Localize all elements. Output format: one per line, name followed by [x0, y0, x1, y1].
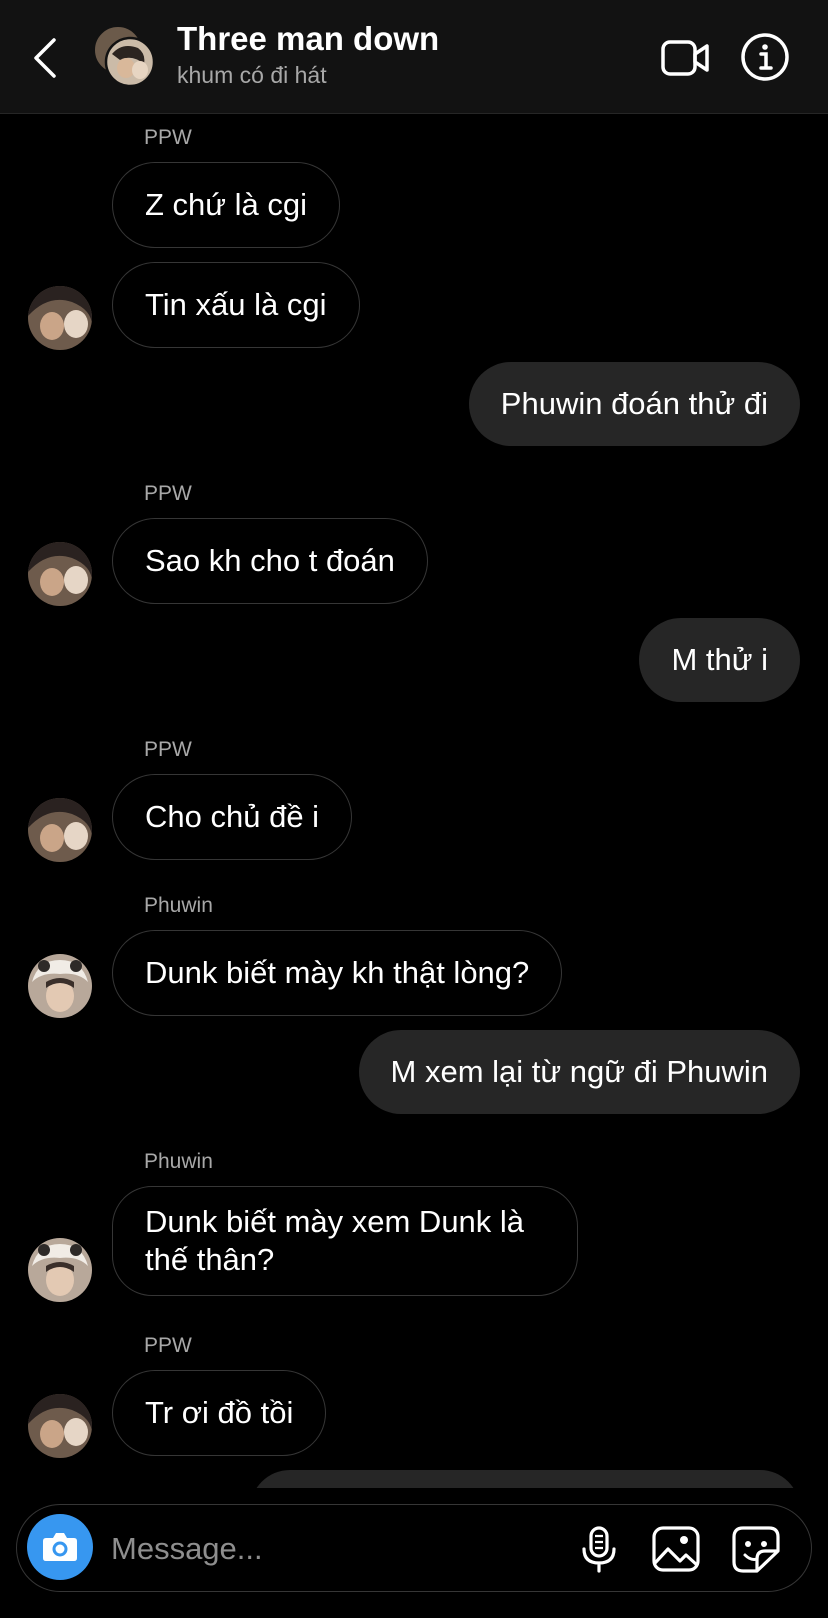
message-list[interactable]: PPW Z chứ là cgi Tin xấu là cgi Phuwin đ…	[0, 114, 828, 1488]
sender-name: Phuwin	[144, 1150, 213, 1173]
conversation-subtitle: khum có đi hát	[177, 62, 327, 88]
back-chevron-icon[interactable]	[30, 36, 60, 80]
sender-name: PPW	[144, 738, 192, 761]
sender-name: PPW	[144, 482, 192, 505]
outgoing-message[interactable]: Phuwin đoán thử đi	[468, 362, 800, 446]
microphone-icon[interactable]	[577, 1525, 621, 1573]
camera-icon	[43, 1533, 77, 1561]
incoming-message[interactable]: Z chứ là cgi	[112, 162, 341, 248]
avatar[interactable]	[28, 1394, 92, 1458]
avatar[interactable]	[28, 1238, 92, 1302]
gallery-icon[interactable]	[651, 1525, 701, 1573]
message-input[interactable]	[109, 1523, 553, 1575]
video-call-icon[interactable]	[660, 36, 710, 80]
incoming-message[interactable]: Dunk biết mày xem Dunk là thế thân?	[112, 1186, 578, 1296]
incoming-message[interactable]: Dunk biết mày kh thật lòng?	[112, 930, 563, 1016]
camera-button[interactable]	[27, 1514, 93, 1580]
sender-name: Phuwin	[144, 894, 213, 917]
incoming-message[interactable]: Tin xấu là cgi	[112, 262, 360, 348]
sender-name: PPW	[144, 1334, 192, 1357]
sticker-icon[interactable]	[731, 1525, 781, 1573]
incoming-message[interactable]: Cho chủ đề i	[112, 774, 353, 860]
message-composer	[16, 1504, 812, 1592]
conversation-title[interactable]: Three man down	[177, 20, 439, 58]
chat-header: Three man down khum có đi hát	[0, 0, 828, 114]
sender-name: PPW	[144, 126, 192, 149]
outgoing-message[interactable]: M thử i	[639, 618, 800, 702]
avatar[interactable]	[28, 542, 92, 606]
incoming-message[interactable]: Sao kh cho t đoán	[112, 518, 428, 604]
avatar[interactable]	[28, 286, 92, 350]
incoming-message[interactable]: Tr ơi đồ tồi	[112, 1370, 327, 1456]
group-avatar[interactable]	[92, 24, 156, 88]
avatar[interactable]	[28, 954, 92, 1018]
outgoing-message[interactable]: M xem lại từ ngữ đi Phuwin	[358, 1030, 800, 1114]
outgoing-message-partial[interactable]	[250, 1470, 800, 1488]
info-icon[interactable]	[740, 32, 790, 82]
avatar[interactable]	[28, 798, 92, 862]
